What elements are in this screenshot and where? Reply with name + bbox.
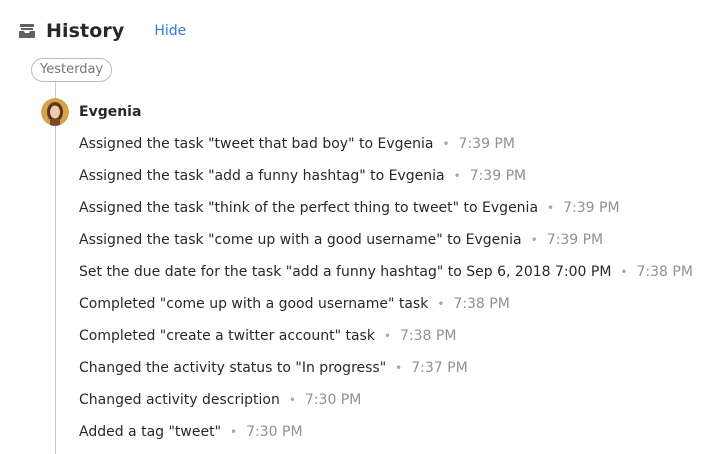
entry-time: 7:37 PM [411, 360, 468, 376]
entry-time: 7:30 PM [304, 392, 362, 408]
entry-text: Assigned the task "add a funny hashtag" … [79, 168, 445, 184]
history-entries: Assigned the task "tweet that bad boy" t… [79, 128, 693, 448]
entry-text: Changed the activity status to "In progr… [79, 360, 387, 376]
user-name[interactable]: Evgenia [79, 104, 141, 120]
entry-time: 7:38 PM [453, 296, 510, 312]
entry-text: Assigned the task "tweet that bad boy" t… [79, 136, 434, 152]
history-entry: Added a tag "tweet" • 7:30 PM [79, 416, 693, 448]
history-header: History Hide [18, 18, 186, 44]
separator-dot: • [453, 169, 461, 183]
history-title: History [46, 20, 125, 42]
entry-time: 7:39 PM [546, 232, 604, 248]
separator-dot: • [530, 233, 538, 247]
separator-dot: • [383, 329, 392, 343]
history-entry: Assigned the task "come up with a good u… [79, 224, 693, 256]
entry-time: 7:30 PM [246, 424, 303, 440]
history-entry: Set the due date for the task "add a fun… [79, 256, 693, 288]
entry-text: Set the due date for the task "add a fun… [79, 264, 612, 280]
separator-dot: • [230, 425, 238, 439]
hide-link[interactable]: Hide [154, 23, 186, 39]
entry-time: 7:38 PM [400, 328, 457, 344]
entry-text: Assigned the task "think of the perfect … [79, 200, 539, 216]
entry-text: Changed activity description [79, 392, 280, 408]
entry-text: Completed "come up with a good username"… [79, 296, 429, 312]
history-entry: Assigned the task "tweet that bad boy" t… [79, 128, 693, 160]
day-label: Yesterday [31, 58, 113, 82]
history-entry: Assigned the task "think of the perfect … [79, 192, 693, 224]
separator-dot: • [288, 393, 296, 407]
history-entry: Completed "come up with a good username"… [79, 288, 693, 320]
history-entry: Completed "create a twitter account" tas… [79, 320, 693, 352]
entry-time: 7:39 PM [469, 168, 527, 184]
entry-time: 7:39 PM [458, 136, 515, 152]
separator-dot: • [442, 137, 450, 151]
user-row: Evgenia [41, 98, 141, 126]
history-entry: Changed the activity status to "In progr… [79, 352, 693, 384]
entry-time: 7:39 PM [563, 200, 620, 216]
history-icon [18, 22, 36, 40]
user-avatar[interactable] [41, 98, 69, 126]
entry-text: Completed "create a twitter account" tas… [79, 328, 375, 344]
entry-time: 7:38 PM [636, 264, 693, 280]
separator-dot: • [395, 361, 403, 375]
history-entry: Assigned the task "add a funny hashtag" … [79, 160, 693, 192]
separator-dot: • [547, 201, 555, 215]
separator-dot: • [437, 297, 445, 311]
entry-text: Added a tag "tweet" [79, 424, 222, 440]
history-entry: Changed activity description • 7:30 PM [79, 384, 693, 416]
entry-text: Assigned the task "come up with a good u… [79, 232, 522, 248]
timeline-line [55, 82, 56, 454]
separator-dot: • [620, 265, 628, 279]
